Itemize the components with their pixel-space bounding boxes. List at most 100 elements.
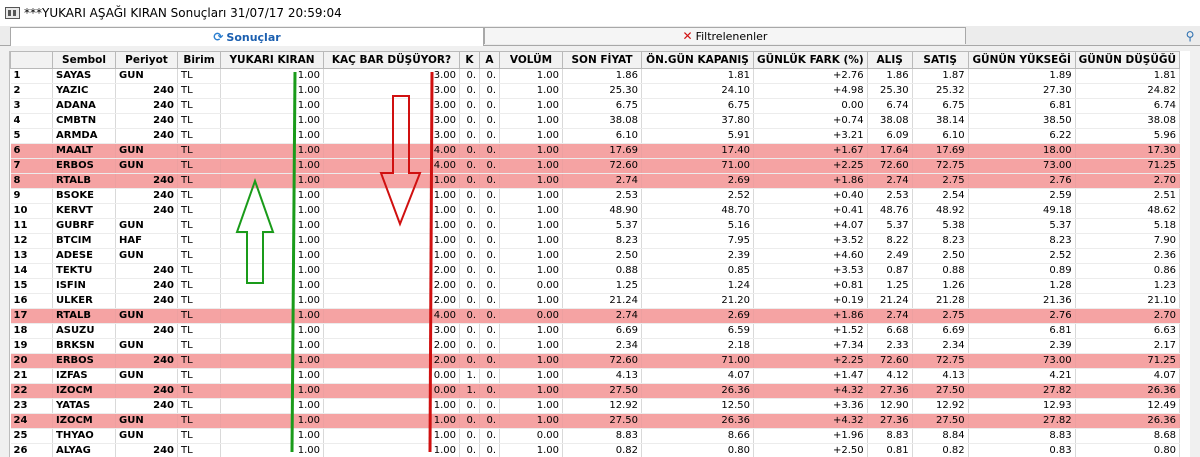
cell-a: 0.	[479, 158, 500, 174]
cell-bid: 6.68	[867, 323, 913, 339]
cell-row-number: 19	[10, 338, 53, 354]
cell-k: 0.	[459, 413, 480, 429]
cell-volume: 1.00	[499, 263, 563, 279]
cell-breakout-up: 1.00	[220, 83, 324, 99]
cell-currency: TL	[177, 383, 221, 399]
cell-last-price: 2.53	[562, 188, 642, 204]
cell-volume: 1.00	[499, 83, 563, 99]
cell-day-high: 21.36	[968, 293, 1076, 309]
cell-bid: 2.49	[867, 248, 913, 264]
table-row[interactable]: 18 ASUZU 240 TL 1.00 3.00 0. 0. 1.00 6.69 6.59 +1.5…	[10, 323, 1181, 339]
cell-ask: 4.13	[912, 368, 969, 384]
table-row[interactable]: 11 GUBRF GUN TL 1.00 1.00 0. 0. 1.00 5.37 5.16 +4.0…	[10, 218, 1181, 234]
table-row[interactable]: 22 IZOCM 240 TL 1.00 0.00 1. 0. 1.00 27.50 26.36 +4…	[10, 383, 1181, 399]
table-row[interactable]: 14 TEKTU 240 TL 1.00 2.00 0. 0. 1.00 0.88 0.85 +3.5…	[10, 263, 1181, 279]
table-row[interactable]: 2 YAZIC 240 TL 1.00 3.00 0. 0. 1.00 25.30 24.10 +4.…	[10, 83, 1181, 99]
table-row[interactable]: 15 ISFIN 240 TL 1.00 2.00 0. 0. 0.00 1.25 1.24 +0.8…	[10, 278, 1181, 294]
table-row[interactable]: 10 KERVT 240 TL 1.00 1.00 0. 0. 1.00 48.90 48.70 +0…	[10, 203, 1181, 219]
cell-bars-falling: 4.00	[323, 158, 460, 174]
cell-volume: 0.00	[499, 428, 563, 444]
table-row[interactable]: 13 ADESE GUN TL 1.00 1.00 0. 0. 1.00 2.50 2.39 +4.6…	[10, 248, 1181, 264]
table-row[interactable]: 16 ULKER 240 TL 1.00 2.00 0. 0. 1.00 21.24 21.20 +0…	[10, 293, 1181, 309]
column-header-last-price[interactable]: SON FİYAT	[562, 51, 642, 69]
table-row[interactable]: 5 ARMDA 240 TL 1.00 3.00 0. 0. 1.00 6.10 5.91 +3.21…	[10, 128, 1181, 144]
column-header-prev-close[interactable]: ÖN.GÜN KAPANIŞ	[641, 51, 754, 69]
cell-currency: TL	[177, 338, 221, 354]
column-header-ask[interactable]: SATIŞ	[911, 51, 969, 69]
table-row[interactable]: 6 MAALT GUN TL 1.00 4.00 0. 0. 1.00 17.69 17.40 +1.…	[10, 143, 1181, 159]
table-row[interactable]: 21 IZFAS GUN TL 1.00 0.00 1. 0. 1.00 4.13 4.07 +1.4…	[10, 368, 1181, 384]
column-header-a[interactable]: A	[479, 51, 500, 69]
cell-last-price: 6.75	[562, 98, 642, 114]
table-row[interactable]: 1 SAYAS GUN TL 1.00 3.00 0. 0. 1.00 1.86 1.81 +2.76…	[10, 68, 1181, 84]
column-header-bars-falling[interactable]: KAÇ BAR DÜŞÜYOR?	[323, 51, 460, 69]
cell-row-number: 8	[10, 173, 53, 189]
cell-day-high: 5.37	[968, 218, 1076, 234]
cell-ask: 17.69	[912, 143, 969, 159]
cell-volume: 1.00	[499, 128, 563, 144]
table-row[interactable]: 8 RTALB 240 TL 1.00 1.00 0. 0. 1.00 2.74 2.69 +1.86…	[10, 173, 1181, 189]
cell-symbol: ARMDA	[52, 128, 116, 144]
column-header-breakout-up[interactable]: YUKARI KIRAN	[220, 51, 324, 69]
cell-k: 0.	[459, 83, 480, 99]
cell-volume: 1.00	[499, 233, 563, 249]
cell-last-price: 72.60	[562, 353, 642, 369]
cell-last-price: 4.13	[562, 368, 642, 384]
table-row[interactable]: 24 IZOCM GUN TL 1.00 1.00 0. 0. 1.00 27.50 26.36 +4…	[10, 413, 1181, 429]
table-row[interactable]: 25 THYAO GUN TL 1.00 1.00 0. 0. 0.00 8.83 8.66 +1.9…	[10, 428, 1181, 444]
cell-breakout-up: 1.00	[220, 68, 324, 84]
column-header-row-number[interactable]	[10, 51, 53, 69]
cell-a: 0.	[479, 263, 500, 279]
tab-results[interactable]: ⟳ Sonuçlar	[10, 27, 484, 46]
cell-breakout-up: 1.00	[220, 353, 324, 369]
cell-daily-change: +3.52	[753, 233, 868, 249]
cell-symbol: YATAS	[52, 398, 116, 414]
column-header-symbol[interactable]: Sembol	[52, 51, 116, 69]
table-row[interactable]: 3 ADANA 240 TL 1.00 3.00 0. 0. 1.00 6.75 6.75 0.00 6…	[10, 98, 1181, 114]
cell-day-high: 6.81	[968, 98, 1076, 114]
cell-volume: 1.00	[499, 413, 563, 429]
tab-filtered[interactable]: ✕ Filtrelenenler	[484, 27, 966, 44]
search-button[interactable]: ⚲	[1182, 28, 1198, 44]
cell-breakout-up: 1.00	[220, 293, 324, 309]
column-header-k[interactable]: K	[459, 51, 480, 69]
cell-last-price: 1.86	[562, 68, 642, 84]
cell-period: 240	[115, 98, 178, 114]
column-header-currency[interactable]: Birim	[177, 51, 221, 69]
cell-bid: 1.86	[867, 68, 913, 84]
column-header-period[interactable]: Periyot	[115, 51, 178, 69]
column-header-day-high[interactable]: GÜNÜN YÜKSEĞİ	[967, 51, 1076, 69]
cell-last-price: 8.23	[562, 233, 642, 249]
cell-a: 0.	[479, 98, 500, 114]
column-header-bid[interactable]: ALIŞ	[866, 51, 913, 69]
table-row[interactable]: 26 ALYAG 240 TL 1.00 1.00 0. 0. 1.00 0.82 0.80 +2.5…	[10, 443, 1181, 457]
table-row[interactable]: 7 ERBOS GUN TL 1.00 4.00 0. 0. 1.00 72.60 71.00 +2.…	[10, 158, 1181, 174]
tab-strip: ⟳ Sonuçlar ✕ Filtrelenenler ⚲	[0, 26, 1200, 46]
table-row[interactable]: 17 RTALB GUN TL 1.00 4.00 0. 0. 0.00 2.74 2.69 +1.8…	[10, 308, 1181, 324]
window-title: ***YUKARI AŞAĞI KIRAN Sonuçları 31/07/17…	[24, 6, 342, 20]
cell-breakout-up: 1.00	[220, 263, 324, 279]
cell-a: 0.	[479, 218, 500, 234]
cell-day-high: 73.00	[968, 353, 1076, 369]
column-header-daily-change[interactable]: GÜNLÜK FARK (%)	[753, 51, 868, 69]
cell-daily-change: +1.86	[753, 173, 868, 189]
cell-bid: 17.64	[867, 143, 913, 159]
cell-volume: 1.00	[499, 68, 563, 84]
cell-a: 0.	[479, 248, 500, 264]
cell-period: 240	[115, 83, 178, 99]
column-header-day-low[interactable]: GÜNÜN DÜŞÜĞÜ	[1074, 51, 1181, 69]
table-row[interactable]: 23 YATAS 240 TL 1.00 1.00 0. 0. 1.00 12.92 12.50 +3…	[10, 398, 1181, 414]
column-header-volume[interactable]: VOLÜM	[499, 51, 563, 69]
cell-a: 0.	[479, 338, 500, 354]
cell-bars-falling: 1.00	[323, 428, 460, 444]
cell-breakout-up: 1.00	[220, 113, 324, 129]
table-row[interactable]: 9 BSOKE 240 TL 1.00 1.00 0. 0. 1.00 2.53 2.52 +0.40…	[10, 188, 1181, 204]
table-row[interactable]: 4 CMBTN 240 TL 1.00 3.00 0. 0. 1.00 38.08 37.80 +0.…	[10, 113, 1181, 129]
cell-breakout-up: 1.00	[220, 143, 324, 159]
table-row[interactable]: 20 ERBOS 240 TL 1.00 2.00 0. 0. 1.00 72.60 71.00 +2…	[10, 353, 1181, 369]
table-row[interactable]: 19 BRKSN GUN TL 1.00 2.00 0. 0. 1.00 2.34 2.18 +7.3…	[10, 338, 1181, 354]
table-row[interactable]: 12 BTCIM HAF TL 1.00 1.00 0. 0. 1.00 8.23 7.95 +3.5…	[10, 233, 1181, 249]
cell-day-high: 27.30	[968, 83, 1076, 99]
results-grid[interactable]: Sembol Periyot Birim YUKARI KIRAN KAÇ BAR DÜ…	[9, 51, 1190, 457]
cell-symbol: THYAO	[52, 428, 116, 444]
